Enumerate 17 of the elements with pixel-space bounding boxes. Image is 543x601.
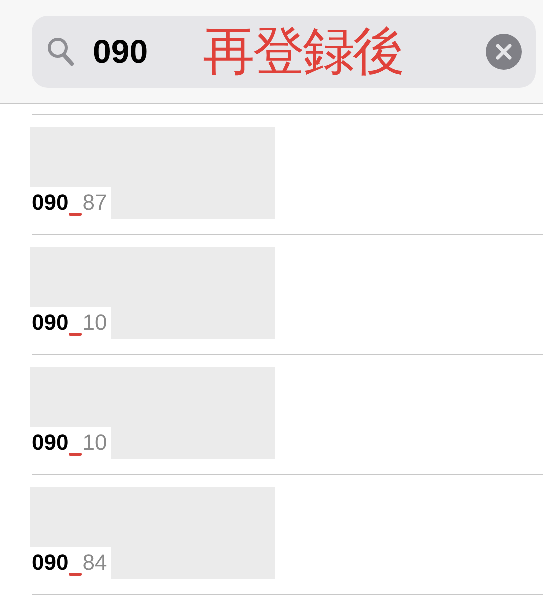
search-text: 090 <box>93 33 150 71</box>
phone-digits: 84 <box>82 550 108 576</box>
phone-prefix: 090 <box>32 550 69 576</box>
phone-digits: 87 <box>82 190 108 216</box>
phone-prefix: 090 <box>32 430 69 456</box>
underline-mark <box>68 212 82 217</box>
phone-digits: 10 <box>82 430 108 456</box>
search-icon <box>47 37 75 67</box>
annotation-text: 再登録後 <box>203 21 404 84</box>
underline-mark <box>68 572 82 577</box>
clear-icon[interactable] <box>486 34 522 70</box>
phone-prefix: 090 <box>32 310 69 336</box>
search-field[interactable]: 090 再登録後 <box>32 16 536 88</box>
phone-prefix: 090 <box>32 190 69 216</box>
phone-digits: 10 <box>82 310 108 336</box>
underline-mark <box>68 452 82 457</box>
underline-mark <box>68 332 82 337</box>
